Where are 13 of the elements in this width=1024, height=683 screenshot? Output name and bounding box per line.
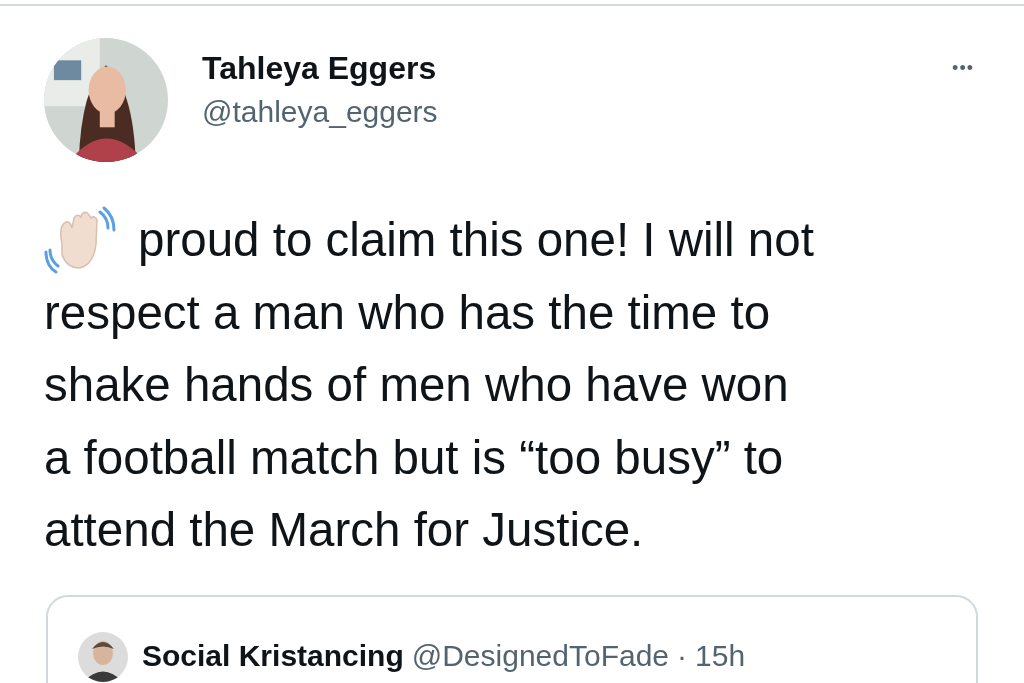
quoted-tweet-card[interactable]: Social Kristancing @DesignedToFade · 15h bbox=[46, 594, 978, 683]
quoted-tweet-time: 15h bbox=[695, 638, 746, 673]
quoted-author-handle: @DesignedToFade bbox=[411, 638, 670, 673]
quoted-author-name: Social Kristancing bbox=[142, 638, 404, 673]
author-name[interactable]: Tahleya Eggers bbox=[202, 50, 913, 87]
tweet-text-line: a football match but is “too busy” to bbox=[44, 429, 784, 486]
separator-dot: · bbox=[677, 638, 688, 673]
author-handle[interactable]: @tahleya_eggers bbox=[202, 95, 913, 129]
tweet-text-line: shake hands of men who have won bbox=[44, 357, 789, 413]
tweet-text-line: attend the March for Justice. bbox=[44, 502, 644, 558]
tweet-text-line: proud to claim this one! I will not bbox=[138, 212, 814, 268]
more-options-button[interactable]: ••• bbox=[946, 38, 980, 80]
tweet-text-line: respect a man who has the time to bbox=[44, 284, 771, 341]
